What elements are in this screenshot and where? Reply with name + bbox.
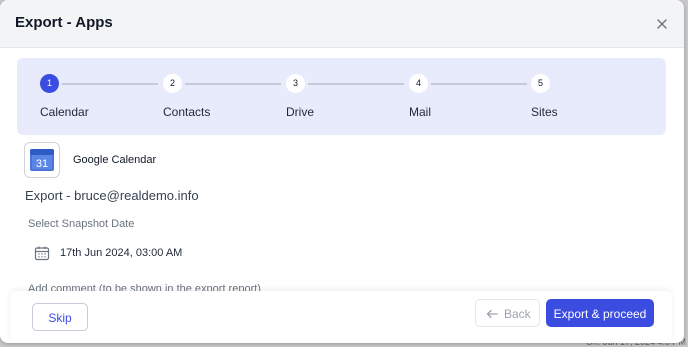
close-icon[interactable]	[655, 17, 669, 31]
service-row: 31 Google Calendar	[25, 143, 325, 177]
step-sites[interactable]: 5 Sites	[525, 58, 648, 135]
google-calendar-icon: 31	[25, 143, 59, 177]
back-button[interactable]: Back	[475, 299, 540, 327]
modal-footer: Skip Back Export & proceed	[10, 291, 672, 343]
service-name: Google Calendar	[73, 154, 157, 166]
snapshot-date-value: 17th Jun 2024, 03:00 AM	[60, 247, 183, 259]
skip-button[interactable]: Skip	[32, 303, 88, 331]
export-stepper: 1 Calendar 2 Contacts 3 Drive 4 Mail 5 S…	[17, 58, 666, 135]
calendar-icon	[34, 246, 50, 261]
step-label: Calendar	[40, 105, 89, 119]
step-number: 2	[163, 74, 182, 93]
step-label: Drive	[286, 105, 315, 119]
arrow-left-icon	[486, 309, 498, 319]
modal-title: Export - Apps	[15, 14, 113, 31]
step-label: Contacts	[163, 105, 211, 119]
step-connector	[431, 83, 527, 85]
step-connector	[185, 83, 281, 85]
step-number: 1	[40, 74, 59, 93]
step-connector	[308, 83, 404, 85]
step-number: 4	[409, 74, 428, 93]
step-calendar[interactable]: 1 Calendar	[34, 58, 158, 135]
step-contacts[interactable]: 2 Contacts	[157, 58, 281, 135]
export-account-title: Export - bruce@realdemo.info	[25, 188, 199, 203]
export-proceed-button[interactable]: Export & proceed	[546, 299, 654, 327]
modal-header: Export - Apps	[0, 0, 684, 48]
snapshot-date-label: Select Snapshot Date	[28, 218, 135, 230]
export-modal: Export - Apps 1 Calendar 2 Contacts 3 Dr…	[0, 0, 684, 343]
step-mail[interactable]: 4 Mail	[403, 58, 527, 135]
step-label: Sites	[531, 105, 558, 119]
step-drive[interactable]: 3 Drive	[280, 58, 404, 135]
step-connector	[62, 83, 158, 85]
calendar-day-number: 31	[36, 158, 48, 170]
step-number: 3	[286, 74, 305, 93]
back-button-label: Back	[504, 307, 531, 321]
step-label: Mail	[409, 105, 432, 119]
snapshot-date-picker[interactable]: 17th Jun 2024, 03:00 AM	[34, 244, 254, 262]
step-number: 5	[531, 74, 550, 93]
